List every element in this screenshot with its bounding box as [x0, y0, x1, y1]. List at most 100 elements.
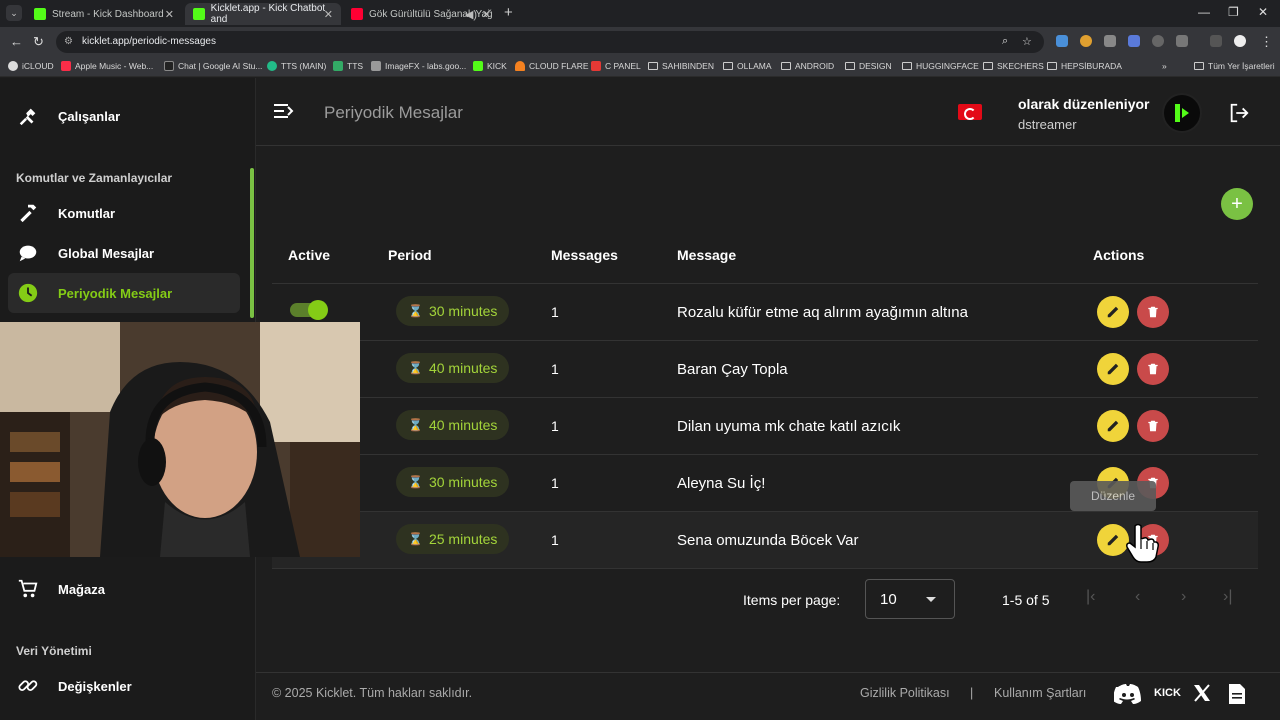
table-row: ⌛ 30 minutes 1 Rozalu küfür etme aq alırı… [272, 284, 1258, 341]
site-info-icon[interactable]: ⚙ [64, 36, 73, 47]
translate-icon[interactable] [1128, 35, 1140, 47]
close-tab-icon[interactable]: ✕ [482, 8, 491, 21]
menu-toggle-icon[interactable] [274, 102, 294, 125]
extension-icon[interactable] [1152, 35, 1164, 47]
reload-icon[interactable]: ↻ [33, 34, 44, 50]
youtube-favicon-icon [351, 8, 363, 20]
bookmark-folder[interactable]: HEPSİBURADA [1047, 61, 1122, 71]
add-message-button[interactable]: + [1221, 188, 1253, 220]
sidebar-item-calisanlar[interactable]: Çalışanlar [8, 96, 240, 136]
bookmark-item[interactable]: Chat | Google AI Stu... [164, 61, 262, 71]
prev-page-icon[interactable]: ‹ [1135, 588, 1140, 606]
period-chip: ⌛ 40 minutes [396, 353, 510, 383]
close-tab-icon[interactable]: ✕ [324, 8, 333, 21]
back-icon[interactable]: ← [10, 34, 23, 49]
audio-icon[interactable]: ◀) [465, 8, 477, 21]
bookmark-item[interactable]: iCLOUD [8, 61, 54, 71]
more-menu-icon[interactable]: ⋮ [1260, 34, 1273, 50]
bookmark-item[interactable]: TTS (MAIN) [267, 61, 326, 71]
bookmark-item[interactable]: KICK [473, 61, 507, 71]
message-text: Dilan uyuma mk chate katıl azıcık [677, 418, 901, 435]
minimize-icon[interactable]: — [1198, 5, 1210, 19]
reading-list-icon[interactable] [1210, 35, 1222, 47]
close-window-icon[interactable]: ✕ [1258, 5, 1268, 19]
extension-icon[interactable] [1080, 35, 1092, 47]
bookmark-folder[interactable]: DESIGN [845, 61, 892, 71]
message-count: 1 [551, 532, 559, 548]
discord-icon[interactable] [1113, 683, 1142, 710]
message-count: 1 [551, 304, 559, 320]
turkey-flag-icon[interactable] [958, 104, 982, 120]
kick-icon[interactable]: KICK [1154, 687, 1181, 699]
sidebar-item-global-mesajlar[interactable]: Global Mesajlar [8, 233, 240, 273]
bookmark-folder[interactable]: SAHIBINDEN [648, 61, 714, 71]
edit-button[interactable] [1097, 296, 1129, 328]
pencil-icon [1107, 306, 1119, 318]
period-chip: ⌛ 30 minutes [396, 467, 510, 497]
items-per-page-select[interactable]: 10 [865, 579, 955, 619]
chat-icon [164, 61, 174, 71]
sidebar-section-title: Veri Yönetimi [16, 644, 92, 658]
bookmark-star-icon[interactable]: ☆ [1022, 35, 1032, 48]
kicklet-favicon-icon [193, 8, 205, 20]
hourglass-icon: ⌛ [408, 304, 423, 318]
url-input[interactable]: ⚙ kicklet.app/periodic-messages ⌕ ☆ [56, 31, 1044, 53]
bookmark-item[interactable]: Apple Music - Web... [61, 61, 153, 71]
extension-icon[interactable] [1056, 35, 1068, 47]
bookmark-folder[interactable]: ANDROID [781, 61, 834, 71]
period-chip: ⌛ 40 minutes [396, 410, 510, 440]
sidebar-scrollbar[interactable] [250, 168, 254, 318]
all-bookmarks-folder[interactable]: Tüm Yer İşaretleri [1194, 61, 1275, 71]
last-page-icon[interactable]: ›| [1223, 588, 1232, 606]
puzzle-icon[interactable] [1176, 35, 1188, 47]
terms-link[interactable]: Kullanım Şartları [994, 686, 1086, 700]
next-page-icon[interactable]: › [1181, 588, 1186, 606]
clock-icon [16, 281, 40, 305]
browser-tab[interactable]: Gök Gürültülü Sağanak Yağ ◀) ✕ [343, 3, 499, 25]
sidebar-item-label: Periyodik Mesajlar [58, 285, 173, 301]
bookmark-folder[interactable]: HUGGINGFACE [902, 61, 979, 71]
items-per-page-label: Items per page: [743, 592, 841, 608]
bookmark-item[interactable]: CLOUD FLARE [515, 61, 589, 71]
sidebar-item-komutlar[interactable]: Komutlar [8, 193, 240, 233]
restore-icon[interactable]: ❐ [1228, 5, 1239, 19]
new-tab-button[interactable]: + [504, 4, 513, 21]
table-header: Active Period Messages Message Actions [272, 226, 1258, 284]
extension-icon[interactable] [1104, 35, 1116, 47]
delete-button[interactable] [1137, 296, 1169, 328]
close-tab-icon[interactable]: ✕ [165, 8, 174, 21]
sidebar-item-magaza[interactable]: Mağaza [8, 569, 240, 609]
column-header-message: Message [677, 247, 737, 263]
document-icon[interactable] [1228, 683, 1246, 710]
active-toggle[interactable] [290, 300, 328, 320]
tab-search-button[interactable]: ⌄ [6, 5, 22, 21]
avatar[interactable] [1162, 93, 1202, 133]
bookmark-item[interactable]: C PANEL [591, 61, 641, 71]
tts-icon [267, 61, 277, 71]
privacy-link[interactable]: Gizlilik Politikası [860, 686, 950, 700]
delete-button[interactable] [1137, 353, 1169, 385]
edit-button[interactable] [1097, 353, 1129, 385]
trash-icon [1148, 420, 1158, 432]
first-page-icon[interactable]: |‹ [1086, 588, 1095, 606]
zoom-icon[interactable]: ⌕ [1002, 35, 1008, 48]
more-bookmarks-icon[interactable]: » [1162, 61, 1167, 71]
bookmark-item[interactable]: TTS [333, 61, 363, 71]
browser-tab[interactable]: Stream - Kick Dashboard ✕ [26, 3, 182, 25]
kick-icon [473, 61, 483, 71]
edit-button[interactable] [1097, 410, 1129, 442]
sidebar-item-degiskenler[interactable]: Değişkenler [8, 666, 240, 706]
hand-cursor-icon [1125, 523, 1159, 568]
profile-icon[interactable] [1234, 35, 1246, 47]
sidebar-item-periyodik-mesajlar[interactable]: Periyodik Mesajlar [8, 273, 240, 313]
bookmark-folder[interactable]: SKECHERS [983, 61, 1044, 71]
cart-icon [16, 577, 40, 601]
bookmark-folder[interactable]: OLLAMA [723, 61, 772, 71]
x-twitter-icon[interactable] [1192, 683, 1212, 708]
delete-button[interactable] [1137, 410, 1169, 442]
logout-icon[interactable] [1228, 102, 1250, 129]
folder-icon [845, 62, 855, 70]
footer-separator: | [970, 686, 974, 700]
bookmark-item[interactable]: ImageFX - labs.goo... [371, 61, 466, 71]
browser-tab-active[interactable]: Kicklet.app - Kick Chatbot and ✕ [185, 3, 341, 25]
